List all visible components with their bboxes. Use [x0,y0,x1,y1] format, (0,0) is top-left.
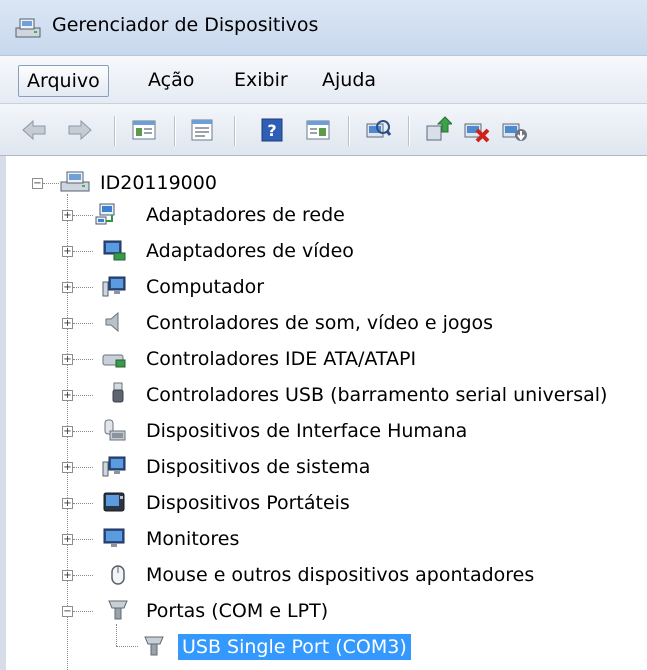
back-arrow-icon[interactable] [20,116,48,144]
forward-arrow-icon[interactable] [66,116,94,144]
expander-hid[interactable]: + [62,426,73,437]
properties-icon[interactable] [188,116,216,144]
menu-arquivo[interactable]: Arquivo [18,65,109,97]
tree-connector [116,624,117,646]
node-label-ports[interactable]: Portas (COM e LPT) [146,598,328,624]
expander-mouse[interactable]: + [62,570,73,581]
toolbar-separator [234,116,236,146]
tree-connector [73,215,93,216]
mouse-icon [111,565,125,585]
expander-ide[interactable]: + [62,354,73,365]
tree-connector [73,395,93,396]
portable-device-icon [103,492,125,512]
ide-controller-icon [102,354,126,368]
system-device-icon [102,456,126,477]
hid-icon [104,419,126,441]
tree-connector [43,183,59,184]
toolbar-separator [114,116,116,146]
tree-connector [73,359,93,360]
window-title: Gerenciador de Dispositivos [52,14,319,36]
menu-acao[interactable]: Ação [140,65,202,95]
node-label-usb-single-port[interactable]: USB Single Port (COM3) [178,634,411,660]
expander-ports[interactable]: − [62,606,73,617]
menu-exibir[interactable]: Exibir [226,65,296,95]
tree-connector [73,575,93,576]
node-label-network[interactable]: Adaptadores de rede [146,202,345,228]
tree-connector [73,539,93,540]
toolbar-separator [348,116,350,146]
update-driver-icon[interactable] [424,116,452,144]
tree-connector [73,287,93,288]
root-expander[interactable]: − [32,178,43,189]
expander-system[interactable]: + [62,462,73,473]
tree-connector [73,431,93,432]
node-label-sound[interactable]: Controladores de som, vídeo e jogos [146,310,493,336]
monitor-icon [103,528,125,547]
uninstall-icon[interactable] [462,116,490,144]
toolbar: ? [0,104,647,156]
expander-sound[interactable]: + [62,318,73,329]
display-adapter-icon [103,240,126,261]
network-adapter-icon [95,203,115,225]
computer-icon [102,276,126,297]
expander-monitors[interactable]: + [62,534,73,545]
expander-network[interactable]: + [62,210,73,221]
menu-bar: Arquivo Ação Exibir Ajuda [0,56,647,104]
expander-portable[interactable]: + [62,498,73,509]
device-manager-icon [15,18,41,38]
tree-connector [116,646,138,647]
device-tree: − ID20119000 + Adaptadores de rede + Ada… [0,156,647,670]
root-node-label[interactable]: ID20119000 [100,170,217,196]
node-label-ide[interactable]: Controladores IDE ATA/ATAPI [146,346,416,372]
node-label-usb[interactable]: Controladores USB (barramento serial uni… [146,382,607,408]
node-label-monitors[interactable]: Monitores [146,526,239,552]
node-label-portable[interactable]: Dispositivos Portáteis [146,490,350,516]
show-hide-tree-icon[interactable] [130,116,158,144]
tree-connector [73,503,93,504]
tree-connector [73,251,93,252]
computer-root-icon [60,171,90,192]
speaker-icon [105,311,119,333]
svg-text:?: ? [267,121,276,140]
title-bar: Gerenciador de Dispositivos [0,0,647,56]
tree-connector [73,467,93,468]
port-connector-icon [108,600,128,620]
toolbar-separator [408,116,410,146]
expander-usb[interactable]: + [62,390,73,401]
scan-hardware-icon[interactable] [364,116,392,144]
port-connector-icon [144,636,164,656]
node-label-computer[interactable]: Computador [146,274,264,300]
disable-device-icon[interactable] [500,116,528,144]
menu-ajuda[interactable]: Ajuda [314,65,384,95]
tree-connector [73,323,93,324]
node-label-system[interactable]: Dispositivos de sistema [146,454,370,480]
action-pane-icon[interactable] [304,116,332,144]
expander-video[interactable]: + [62,246,73,257]
toolbar-separator [174,116,176,146]
node-label-mouse[interactable]: Mouse e outros dispositivos apontadores [146,562,534,588]
help-icon[interactable]: ? [258,116,286,144]
tree-connector [73,611,93,612]
node-label-video[interactable]: Adaptadores de vídeo [146,238,354,264]
usb-connector-icon [112,382,124,403]
expander-computer[interactable]: + [62,282,73,293]
node-label-hid[interactable]: Dispositivos de Interface Humana [146,418,467,444]
